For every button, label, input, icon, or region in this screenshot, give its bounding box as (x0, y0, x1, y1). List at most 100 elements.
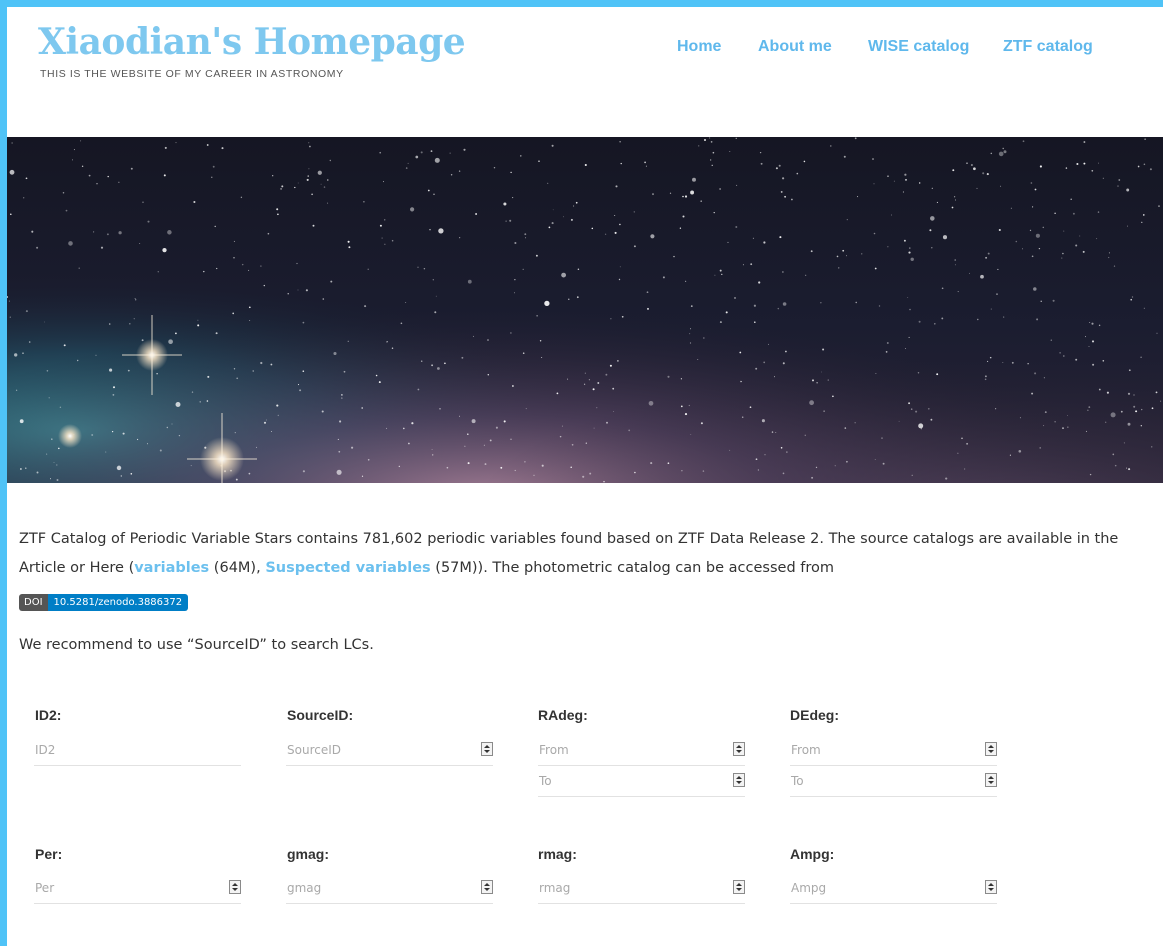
star (308, 142, 310, 144)
star (548, 226, 551, 229)
star (81, 165, 84, 167)
dedeg-from-spinner[interactable] (985, 742, 997, 756)
star (417, 388, 420, 391)
star (1075, 244, 1078, 247)
star (893, 180, 895, 182)
star (311, 193, 313, 196)
rmag-spinner[interactable] (733, 880, 745, 894)
star (133, 318, 135, 320)
star (471, 419, 476, 424)
star (276, 208, 279, 211)
star (740, 380, 742, 383)
star (1127, 422, 1131, 426)
star (561, 425, 563, 427)
star (755, 367, 758, 370)
per-spinner[interactable] (229, 880, 241, 894)
star (827, 379, 829, 381)
rmag-input[interactable]: rmag (538, 874, 745, 904)
nav-about-me[interactable]: About me (758, 38, 832, 56)
star (467, 279, 472, 284)
star (267, 232, 270, 235)
ampg-spinner[interactable] (985, 880, 997, 894)
star (1088, 345, 1090, 348)
star (272, 175, 274, 177)
star (902, 191, 904, 193)
star (386, 341, 388, 343)
star (378, 381, 381, 384)
star (1108, 252, 1110, 254)
star (1160, 400, 1162, 402)
star (613, 410, 615, 412)
star (214, 225, 216, 228)
star (1137, 165, 1140, 168)
star (1033, 287, 1037, 291)
star (306, 178, 309, 181)
star (920, 428, 922, 430)
star (752, 237, 754, 239)
gmag-spinner[interactable] (481, 880, 493, 894)
star (475, 213, 478, 215)
per-input[interactable]: Per (34, 874, 241, 904)
nav-ztf-catalog[interactable]: ZTF catalog (1003, 38, 1093, 56)
nav-home[interactable]: Home (677, 38, 721, 56)
radeg-from-input[interactable]: From (538, 736, 745, 766)
suspected-variables-link[interactable]: Suspected variables (265, 560, 430, 576)
radeg-to-spinner[interactable] (733, 773, 745, 787)
star (786, 451, 788, 453)
dedeg-from-input[interactable]: From (790, 736, 997, 766)
star (931, 187, 933, 189)
star (842, 249, 845, 252)
star (43, 321, 45, 323)
star (1027, 363, 1029, 365)
star (760, 162, 763, 165)
star (585, 442, 587, 444)
star (299, 389, 302, 392)
star (1089, 473, 1092, 476)
star (984, 378, 987, 381)
sourceid-input[interactable]: SourceID (286, 736, 493, 766)
variables-link[interactable]: variables (134, 560, 209, 576)
gmag-input[interactable]: gmag (286, 874, 493, 904)
star (987, 360, 989, 362)
sourceid-spinner[interactable] (481, 742, 493, 756)
star (945, 477, 948, 480)
star (118, 231, 122, 235)
star (713, 212, 715, 214)
star (197, 319, 199, 321)
star (596, 407, 598, 409)
star (961, 437, 963, 440)
star (427, 189, 430, 192)
star (1065, 167, 1068, 169)
star (754, 321, 756, 323)
radeg-to-input[interactable]: To (538, 767, 745, 797)
dedeg-to-input[interactable]: To (790, 767, 997, 797)
star (68, 241, 73, 246)
star (570, 466, 572, 468)
star (1135, 410, 1138, 413)
star (982, 172, 985, 175)
dedeg-to-spinner[interactable] (985, 773, 997, 787)
star (493, 166, 496, 169)
star (533, 474, 535, 476)
star (934, 323, 936, 325)
star (1019, 417, 1021, 419)
star (1034, 372, 1037, 375)
star (1035, 233, 1040, 238)
id2-input[interactable]: ID2 (34, 736, 241, 766)
star (277, 213, 279, 216)
star (1140, 425, 1142, 427)
star (118, 181, 120, 183)
ampg-input[interactable]: Ampg (790, 874, 997, 904)
star (684, 195, 688, 198)
radeg-from-spinner[interactable] (733, 742, 745, 756)
star (317, 170, 322, 175)
star (874, 267, 877, 270)
star (1143, 307, 1145, 309)
star (782, 472, 785, 475)
star (1067, 414, 1068, 416)
star (669, 192, 672, 194)
star (909, 308, 911, 311)
star (1133, 405, 1136, 408)
doi-badge[interactable]: DOI 10.5281/zenodo.3886372 (19, 594, 189, 611)
nav-wise-catalog[interactable]: WISE catalog (868, 38, 969, 56)
